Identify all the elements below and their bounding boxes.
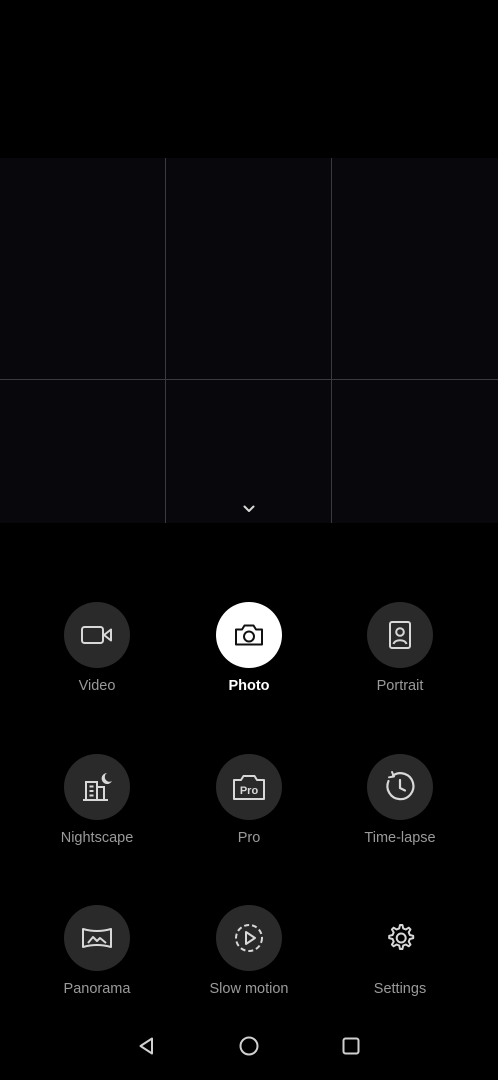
mode-label-timelapse: Time-lapse: [364, 830, 436, 846]
mode-video[interactable]: Video: [27, 602, 167, 702]
back-triangle-icon[interactable]: [131, 1030, 163, 1062]
camera-mode-screen: Video Photo Portrait Nightscape Pro Pro …: [0, 0, 498, 1080]
mode-label-settings: Settings: [373, 981, 427, 997]
viewfinder-preview[interactable]: [0, 158, 498, 523]
mode-settings[interactable]: Settings: [330, 905, 470, 1005]
chevron-down-icon[interactable]: [239, 501, 259, 517]
video-camera-icon: [64, 602, 130, 668]
mode-slowmotion[interactable]: Slow motion: [179, 905, 319, 1005]
panorama-icon: [64, 905, 130, 971]
portrait-icon: [367, 602, 433, 668]
mode-label-video: Video: [78, 678, 116, 694]
system-navigation-bar: [0, 1020, 498, 1072]
grid-line-vertical-1: [165, 158, 166, 523]
svg-text:Pro: Pro: [240, 785, 259, 797]
nightscape-icon: [64, 754, 130, 820]
mode-label-portrait: Portrait: [376, 678, 424, 694]
mode-portrait[interactable]: Portrait: [330, 602, 470, 702]
slow-motion-icon: [216, 905, 282, 971]
timelapse-icon: [367, 754, 433, 820]
mode-label-pro: Pro: [237, 830, 261, 846]
mode-label-photo: Photo: [228, 678, 270, 694]
gear-icon: [367, 905, 433, 971]
mode-timelapse[interactable]: Time-lapse: [330, 754, 470, 854]
mode-pro[interactable]: Pro Pro: [179, 754, 319, 854]
mode-label-nightscape: Nightscape: [60, 830, 134, 846]
mode-label-panorama: Panorama: [63, 981, 131, 997]
mode-photo[interactable]: Photo: [179, 602, 319, 702]
grid-line-horizontal: [0, 379, 498, 380]
camera-icon: [216, 602, 282, 668]
pro-camera-icon: Pro: [216, 754, 282, 820]
home-circle-icon[interactable]: [233, 1030, 265, 1062]
grid-line-vertical-2: [331, 158, 332, 523]
recents-square-icon[interactable]: [335, 1030, 367, 1062]
mode-nightscape[interactable]: Nightscape: [27, 754, 167, 854]
mode-panorama[interactable]: Panorama: [27, 905, 167, 1005]
mode-label-slowmotion: Slow motion: [209, 981, 289, 997]
